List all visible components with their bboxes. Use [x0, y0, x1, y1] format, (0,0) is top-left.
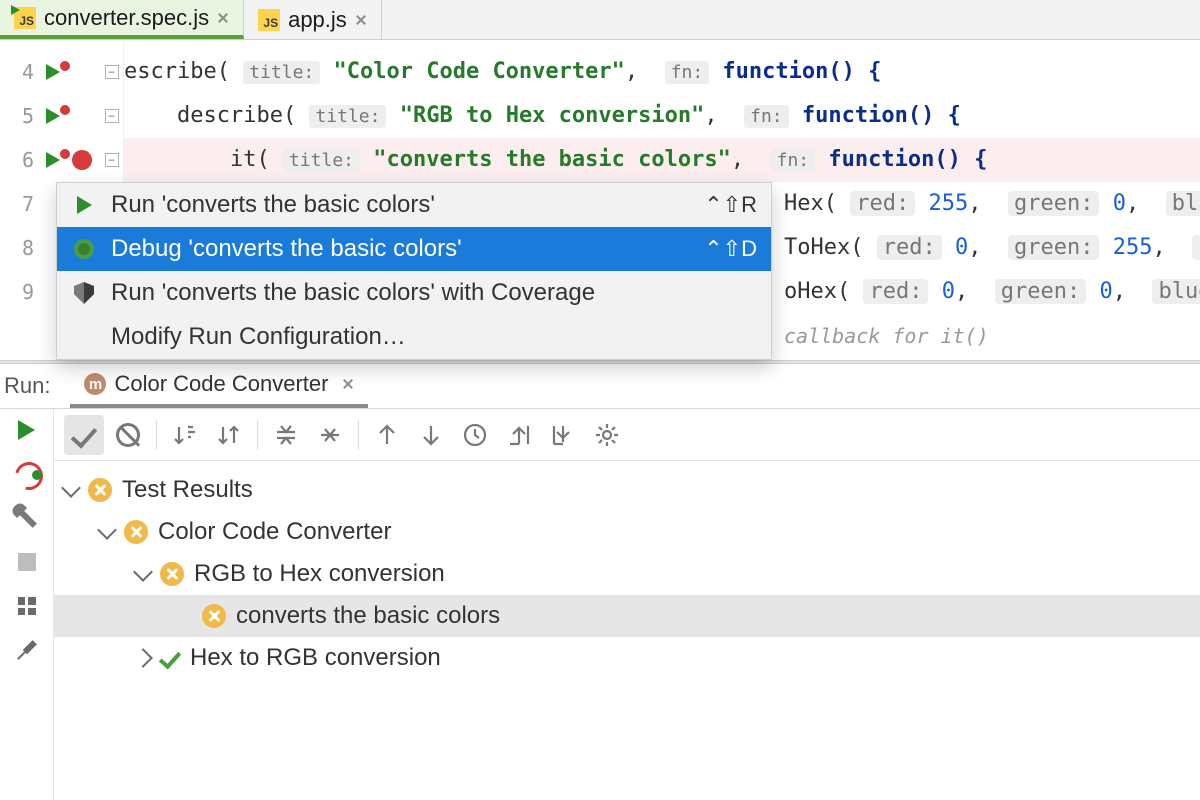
- js-file-run-icon: JS: [14, 7, 36, 29]
- sort-button[interactable]: [165, 415, 205, 455]
- tree-label: Test Results: [122, 476, 253, 504]
- expand-all-button[interactable]: [266, 415, 306, 455]
- clock-icon: [462, 422, 488, 448]
- breakpoint-icon[interactable]: [72, 150, 92, 170]
- tree-label: Hex to RGB conversion: [190, 644, 441, 672]
- pin-button[interactable]: [14, 637, 40, 663]
- menu-label: Run 'converts the basic colors': [111, 191, 435, 219]
- run-config-name: Color Code Converter: [114, 371, 328, 397]
- mocha-icon: m: [84, 373, 106, 395]
- tab-converter-spec[interactable]: JS converter.spec.js: [0, 0, 244, 39]
- test-toolbar: [54, 409, 1200, 461]
- separator: [358, 420, 359, 450]
- tab-label: app.js: [288, 7, 347, 33]
- close-icon[interactable]: [217, 12, 229, 24]
- chevron-down-icon[interactable]: [133, 562, 153, 582]
- layout-button[interactable]: [14, 593, 40, 619]
- menu-shortcut: ⌃⇧R: [704, 192, 757, 218]
- gear-icon: [594, 422, 620, 448]
- editor-tabbar: JS converter.spec.js JS app.js: [0, 0, 1200, 40]
- separator: [257, 420, 258, 450]
- separator: [156, 420, 157, 450]
- expand-icon: [273, 422, 299, 448]
- bug-icon: [74, 239, 94, 259]
- tree-root[interactable]: Test Results: [54, 469, 1200, 511]
- wrench-icon: [17, 508, 37, 528]
- fold-toggle-icon[interactable]: −: [105, 65, 119, 79]
- fail-status-icon: [88, 478, 112, 502]
- tree-label: RGB to Hex conversion: [194, 560, 445, 588]
- close-icon[interactable]: [355, 14, 367, 26]
- menu-debug-test[interactable]: Debug 'converts the basic colors' ⌃⇧D: [57, 227, 771, 271]
- rerun-button[interactable]: [14, 417, 40, 443]
- fail-status-icon: [202, 604, 226, 628]
- fail-status-icon: [124, 520, 148, 544]
- run-config-tab[interactable]: m Color Code Converter: [70, 364, 368, 408]
- gutter-line-numbers: 4 5 6 7 8 9: [0, 40, 40, 360]
- next-failed-button[interactable]: [411, 415, 451, 455]
- sort-down-icon: [172, 422, 198, 448]
- history-button[interactable]: [455, 415, 495, 455]
- coverage-icon: [74, 282, 94, 304]
- pin-icon: [14, 637, 39, 662]
- chevron-down-icon[interactable]: [97, 520, 117, 540]
- menu-run-test[interactable]: Run 'converts the basic colors' ⌃⇧R: [57, 183, 771, 227]
- arrow-down-icon: [418, 422, 444, 448]
- chevron-right-icon[interactable]: [133, 648, 153, 668]
- import-button[interactable]: [499, 415, 539, 455]
- tree-label: converts the basic colors: [236, 602, 500, 630]
- layout-icon: [18, 597, 36, 615]
- stop-button[interactable]: [14, 549, 40, 575]
- menu-label: Run 'converts the basic colors' with Cov…: [111, 279, 595, 307]
- context-menu: Run 'converts the basic colors' ⌃⇧R Debu…: [56, 182, 772, 360]
- fold-toggle-icon[interactable]: −: [105, 109, 119, 123]
- run-icon: [77, 196, 92, 214]
- menu-label: Modify Run Configuration…: [111, 323, 406, 351]
- run-test-marker-icon[interactable]: [46, 149, 68, 171]
- js-file-icon: JS: [258, 9, 280, 31]
- run-panel-left-toolbar: [0, 409, 54, 800]
- sort-icon: [216, 422, 242, 448]
- rerun-failed-icon: [15, 462, 39, 486]
- run-test-marker-icon[interactable]: [46, 105, 68, 127]
- collapse-all-button[interactable]: [310, 415, 350, 455]
- show-passed-button[interactable]: [64, 415, 104, 455]
- chevron-down-icon[interactable]: [61, 478, 81, 498]
- run-icon: [18, 420, 35, 440]
- tree-suite[interactable]: RGB to Hex conversion: [54, 553, 1200, 595]
- fold-toggle-icon[interactable]: −: [105, 153, 119, 167]
- run-test-marker-icon[interactable]: [46, 61, 68, 83]
- menu-modify-config[interactable]: Modify Run Configuration…: [57, 315, 771, 359]
- fail-status-icon: [160, 562, 184, 586]
- collapse-icon: [317, 422, 343, 448]
- run-panel-label: Run:: [4, 373, 50, 399]
- close-icon[interactable]: [342, 378, 354, 390]
- check-icon: [71, 421, 97, 448]
- show-ignored-button[interactable]: [108, 415, 148, 455]
- tab-label: converter.spec.js: [44, 5, 209, 31]
- prev-failed-button[interactable]: [367, 415, 407, 455]
- menu-shortcut: ⌃⇧D: [704, 236, 757, 262]
- import-icon: [506, 422, 532, 448]
- tab-app-js[interactable]: JS app.js: [244, 0, 382, 39]
- run-panel-header: Run: m Color Code Converter: [0, 364, 1200, 408]
- sort-duration-button[interactable]: [209, 415, 249, 455]
- tree-test[interactable]: converts the basic colors: [54, 595, 1200, 637]
- settings-button[interactable]: [14, 505, 40, 531]
- menu-run-coverage[interactable]: Run 'converts the basic colors' with Cov…: [57, 271, 771, 315]
- tree-suite[interactable]: Color Code Converter: [54, 511, 1200, 553]
- test-settings-button[interactable]: [587, 415, 627, 455]
- tree-suite[interactable]: Hex to RGB conversion: [54, 637, 1200, 679]
- arrow-up-icon: [374, 422, 400, 448]
- ignore-icon: [116, 423, 140, 447]
- export-button[interactable]: [543, 415, 583, 455]
- run-panel-body: Test Results Color Code Converter RGB to…: [0, 408, 1200, 800]
- test-results-tree[interactable]: Test Results Color Code Converter RGB to…: [54, 461, 1200, 800]
- pass-status-icon: [159, 647, 181, 670]
- menu-label: Debug 'converts the basic colors': [111, 235, 462, 263]
- stop-icon: [18, 553, 36, 571]
- export-icon: [550, 422, 576, 448]
- rerun-failed-button[interactable]: [14, 461, 40, 487]
- tree-label: Color Code Converter: [158, 518, 391, 546]
